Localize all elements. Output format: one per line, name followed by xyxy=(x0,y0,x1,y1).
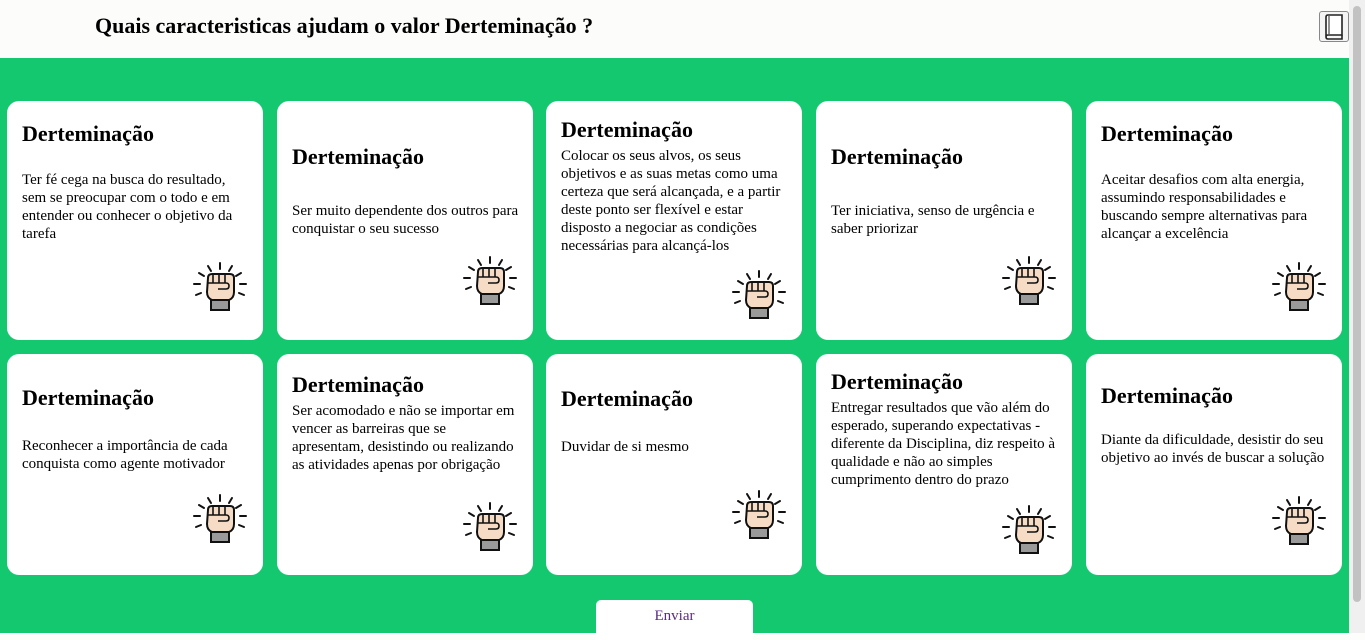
raised-fist-icon xyxy=(1270,262,1328,316)
scrollbar-thumb[interactable] xyxy=(1353,6,1361,602)
card-text: Ser acomodado e não se importar em vence… xyxy=(292,403,515,473)
vertical-scrollbar[interactable] xyxy=(1349,0,1365,633)
raised-fist-icon xyxy=(1270,496,1328,550)
card-title: Derteminação xyxy=(22,384,154,410)
card-title: Derteminação xyxy=(831,369,963,394)
raised-fist-icon xyxy=(461,502,519,556)
book-icon xyxy=(1325,13,1343,40)
raised-fist-icon xyxy=(1000,505,1058,559)
card-text: Duvidar de si mesmo xyxy=(561,438,689,455)
card-text: Diante da dificuldade, desistir do seu o… xyxy=(1101,431,1325,466)
card-text: Aceitar desafios com alta energia, assum… xyxy=(1101,171,1308,242)
card-text: Ter iniciativa, senso de urgência e sabe… xyxy=(831,202,1035,237)
raised-fist-icon xyxy=(191,262,249,316)
card-text: Entregar resultados que vão além do espe… xyxy=(831,400,1056,488)
card-title: Derteminação xyxy=(561,385,693,411)
book-button[interactable] xyxy=(1319,11,1349,42)
card-title: Derteminação xyxy=(831,143,963,169)
card-title: Derteminação xyxy=(1101,120,1233,146)
card-title: Derteminação xyxy=(561,117,693,142)
card-title: Derteminação xyxy=(292,372,424,397)
card-text: Ser muito dependente dos outros para con… xyxy=(292,202,519,237)
card-text: Reconhecer a importância de cada conquis… xyxy=(22,437,228,472)
raised-fist-icon xyxy=(461,256,519,310)
raised-fist-icon xyxy=(191,494,249,548)
raised-fist-icon xyxy=(1000,256,1058,310)
raised-fist-icon xyxy=(730,270,788,324)
card-title: Derteminação xyxy=(292,143,424,169)
card-text: Colocar os seus alvos, os seus objetivos… xyxy=(561,148,781,254)
send-button[interactable]: Enviar xyxy=(596,600,753,640)
page-header: Quais caracteristicas ajudam o valor Der… xyxy=(0,0,1349,58)
card-text: Ter fé cega na busca do resultado, sem s… xyxy=(22,171,233,242)
page-title: Quais caracteristicas ajudam o valor Der… xyxy=(95,13,594,38)
card-title: Derteminação xyxy=(1101,382,1233,408)
card-title: Derteminação xyxy=(22,120,154,146)
raised-fist-icon xyxy=(730,490,788,544)
